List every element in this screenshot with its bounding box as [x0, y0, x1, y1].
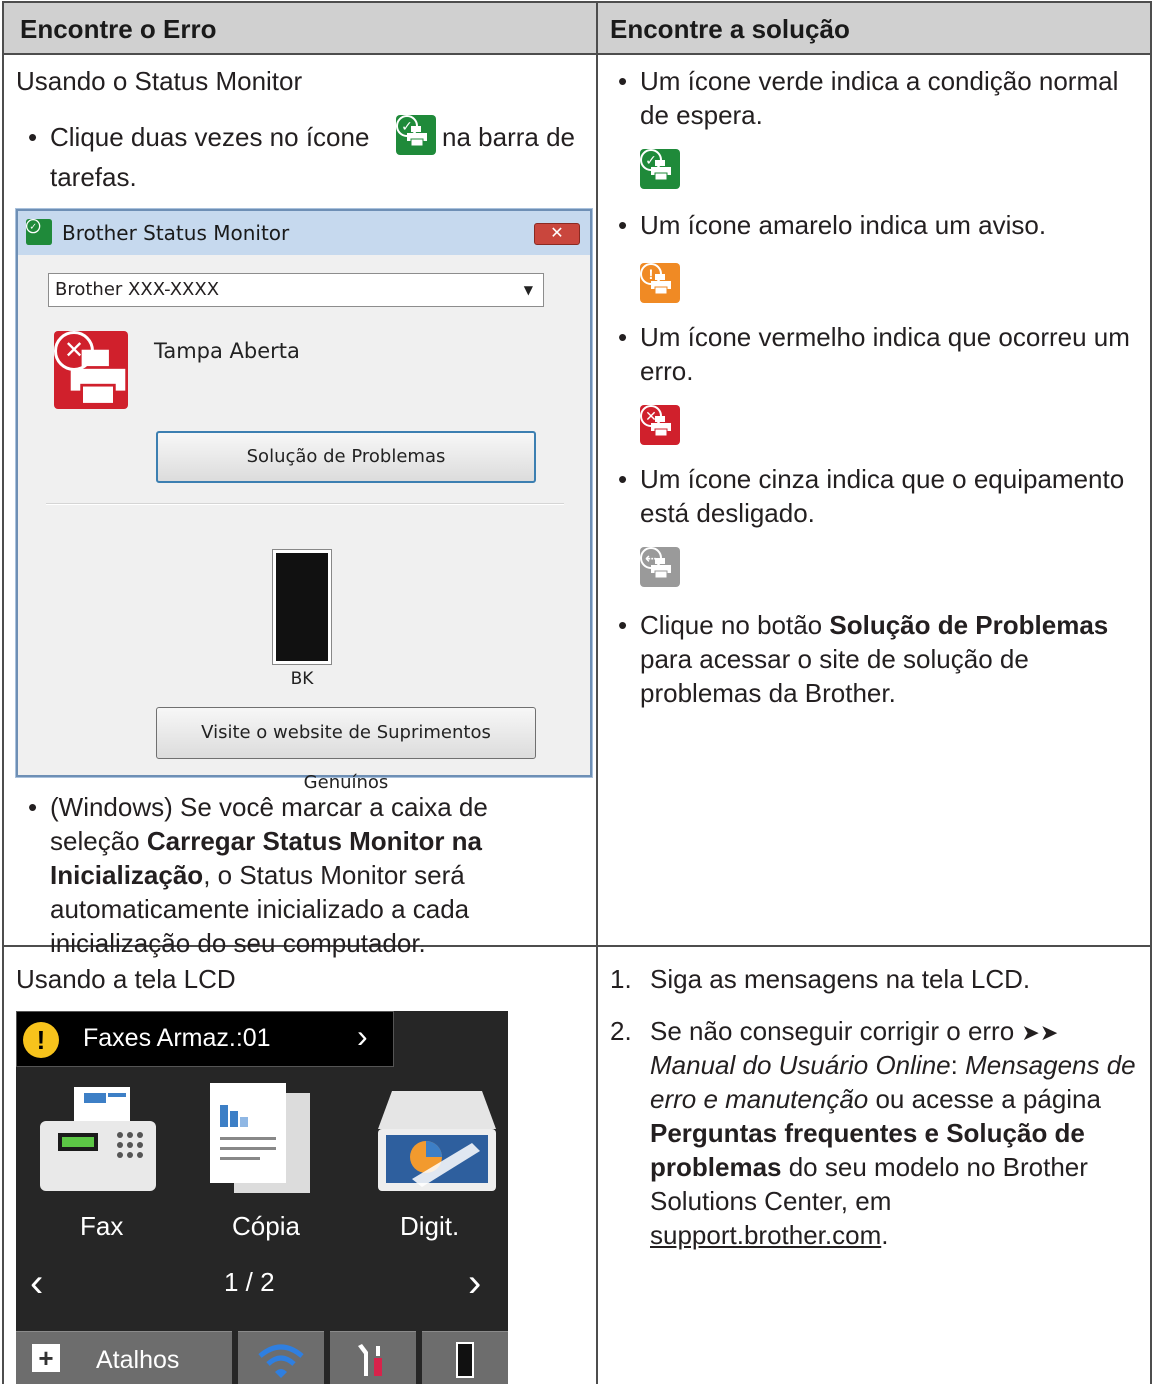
red-status-icon: ✕ [640, 405, 680, 445]
step2-line3: erro e manutenção ou acesse a página [650, 1081, 1101, 1117]
scan-icon[interactable] [372, 1083, 502, 1195]
divider [46, 503, 564, 505]
step1-number: 1. [610, 964, 632, 994]
step2-line1: Se não conseguir corrigir o erro ➤➤ [650, 1013, 1058, 1051]
chevron-right-icon: › [357, 1018, 368, 1054]
troubleshoot-text-line1: Clique no botão Solução de Problemas [618, 607, 1109, 643]
green-status-icon: ✓ [640, 149, 680, 189]
windows-note-line4: automaticamente inicializado a cada [50, 894, 470, 924]
windows-note-line3: Inicialização, o Status Monitor será [50, 857, 465, 893]
ink-icon [456, 1342, 474, 1378]
header-find-solution: Encontre a solução [610, 14, 850, 44]
windows-note-line1: (Windows) Se você marcar a caixa de [28, 789, 488, 825]
instruction-text: Clique duas vezes no ícone [50, 122, 370, 152]
close-icon[interactable]: ✕ [534, 223, 580, 245]
gray-icon-text-line2: está desligado. [640, 498, 815, 528]
chevron-down-icon: ▼ [523, 283, 533, 297]
status-monitor-heading: Usando o Status Monitor [16, 66, 303, 96]
step2-text: ou acesse a página [868, 1084, 1101, 1114]
green-icon-text-line1: Um ícone verde indica a condição normal [618, 63, 1118, 99]
step2-line5: problemas do seu modelo no Brother [650, 1149, 1088, 1185]
chevron-right-icon[interactable]: › [468, 1263, 481, 1303]
step2-text: Se não conseguir corrigir o erro [650, 1016, 1015, 1046]
troubleshoot-button-ref: Solução de Problemas [829, 610, 1109, 640]
lcd-screen: ! Faxes Armaz.:01 › Fax Cópia Digit. ‹ 1… [16, 1011, 508, 1384]
fax-icon[interactable] [34, 1083, 162, 1195]
status-monitor-window: ✓ Brother Status Monitor ✕ Brother XXX-X… [16, 209, 592, 793]
wifi-button[interactable] [238, 1331, 324, 1384]
status-text: Tampa Aberta [154, 339, 300, 363]
lcd-status-text: Faxes Armaz.:01 [83, 1024, 271, 1052]
step2-line6: Solutions Center, em [650, 1186, 892, 1216]
scan-label: Digit. [400, 1211, 460, 1241]
gray-icon-text-line1: Um ícone cinza indica que o equipamento [618, 461, 1124, 497]
step1-text: Siga as mensagens na tela LCD. [650, 964, 1031, 994]
printer-select[interactable]: Brother XXX-XXXX ▼ [48, 273, 544, 307]
step2-text: do seu modelo no Brother [781, 1152, 1088, 1182]
red-icon-text-line2: erro. [640, 356, 694, 386]
yellow-icon-text: Um ícone amarelo indica um aviso. [618, 207, 1046, 243]
copy-label: Cópia [232, 1211, 300, 1241]
status-monitor-taskbar-icon: ✓ [396, 115, 436, 155]
note-text: , o Status Monitor será [203, 860, 465, 890]
green-icon-text-line2: de espera. [640, 100, 763, 130]
ink-level-fill [276, 553, 328, 661]
chevron-left-icon[interactable]: ‹ [30, 1263, 43, 1303]
faq-page-ref-end: problemas [650, 1152, 782, 1182]
error-messages-ref: Mensagens de [965, 1050, 1136, 1080]
troubleshoot-text-line2: para acessar o site de solução de [640, 644, 1029, 674]
troubleshoot-button[interactable]: Solução de Problemas [156, 431, 536, 483]
double-click-instruction: Clique duas vezes no ícone [28, 119, 370, 155]
lcd-heading: Usando a tela LCD [16, 964, 236, 994]
shortcuts-label: Atalhos [96, 1346, 180, 1374]
troubleshooting-table: Encontre o Erro Encontre a solução Usand… [2, 1, 1152, 1384]
page-indicator: 1 / 2 [224, 1267, 275, 1297]
step2-text: : [950, 1050, 966, 1080]
fax-label: Fax [80, 1211, 124, 1241]
yellow-status-icon: ! [640, 263, 680, 303]
printer-select-value: Brother XXX-XXXX [55, 279, 220, 300]
windows-note-line5: inicialização do seu computador. [50, 928, 426, 958]
support-link[interactable]: support.brother.com [650, 1220, 881, 1250]
step2-line2: Manual do Usuário Online: Mensagens de [650, 1047, 1136, 1083]
header-find-error: Encontre o Erro [20, 14, 217, 44]
shortcuts-button[interactable]: + Atalhos [16, 1331, 232, 1384]
troubleshoot-text-line3: problemas da Brother. [640, 678, 896, 708]
column-divider [596, 3, 598, 1384]
ink-button[interactable] [422, 1331, 508, 1384]
ink-level-bar [272, 549, 332, 665]
genuine-supplies-button[interactable]: Visite o website de Suprimentos Genuínos [156, 707, 536, 793]
windows-note-line2: seleção Carregar Status Monitor na [50, 823, 482, 859]
step2-number: 2. [610, 1016, 632, 1046]
instruction-text-line2: tarefas. [50, 162, 137, 192]
online-user-guide-ref: Manual do Usuário Online [650, 1050, 951, 1080]
instruction-text-tail: na barra de [442, 122, 575, 152]
red-icon-text-line1: Um ícone vermelho indica que ocorreu um [618, 319, 1130, 355]
step2-line7: support.brother.com. [650, 1217, 888, 1253]
wifi-icon [258, 1344, 304, 1378]
window-title: Brother Status Monitor [62, 221, 290, 245]
warning-icon: ! [23, 1022, 59, 1058]
ink-label: BK [290, 669, 314, 689]
settings-button[interactable] [330, 1331, 416, 1384]
step2-text: . [881, 1220, 889, 1250]
tools-icon [358, 1344, 382, 1376]
load-on-startup-option: Carregar Status Monitor na [146, 826, 483, 856]
lcd-status-bar[interactable]: ! Faxes Armaz.:01 › [16, 1011, 394, 1067]
faq-page-ref: Perguntas frequentes e Solução de [650, 1118, 1085, 1148]
double-arrow-icon: ➤➤ [1021, 1020, 1059, 1045]
note-text: seleção [50, 826, 147, 856]
status-monitor-title-icon: ✓ [26, 219, 52, 245]
gray-status-icon: ⇠ [640, 547, 680, 587]
plus-icon: + [32, 1344, 60, 1372]
error-messages-ref-end: erro e manutenção [650, 1084, 869, 1114]
table-header: Encontre o Erro Encontre a solução [4, 3, 1150, 55]
error-printer-icon: ✕ [54, 331, 128, 409]
window-titlebar[interactable]: ✓ Brother Status Monitor ✕ [18, 211, 590, 255]
troubleshoot-text: Clique no botão [640, 610, 830, 640]
copy-icon[interactable] [204, 1081, 316, 1197]
step2-line4: Perguntas frequentes e Solução de [650, 1115, 1085, 1151]
load-on-startup-option-end: Inicialização [50, 860, 204, 890]
